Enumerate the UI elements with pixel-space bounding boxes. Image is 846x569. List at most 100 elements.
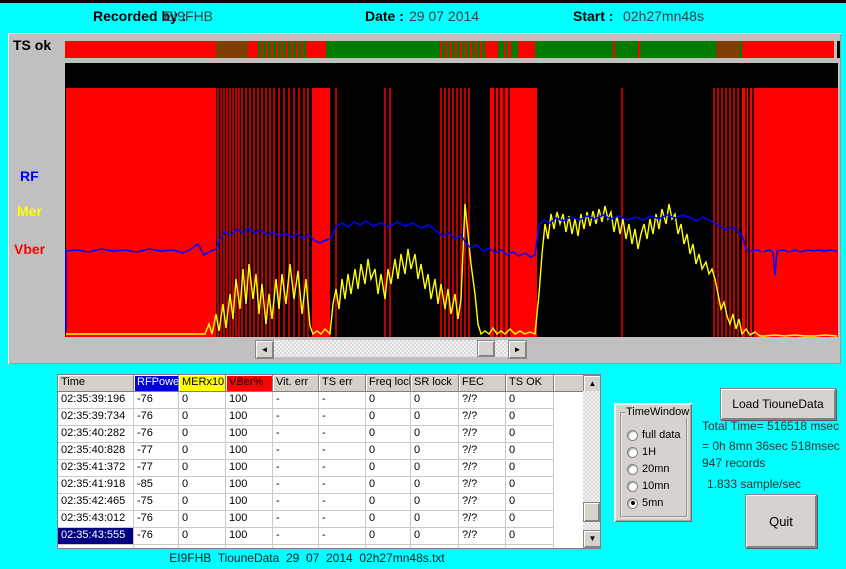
total-time-text: Total Time= 516518 msec — [702, 419, 839, 433]
start-label: Start : — [573, 8, 613, 24]
table-cell: 02:35:42:465 — [58, 494, 134, 511]
column-header-vber-[interactable]: VBer% — [226, 375, 273, 392]
scroll-right-button[interactable]: ► — [508, 340, 527, 359]
table-row[interactable]: 02:35:40:282-760100--00?/?0 — [58, 426, 600, 443]
table-cell: - — [273, 528, 319, 545]
table-cell: - — [319, 511, 366, 528]
ts-strip-segment — [326, 41, 437, 58]
table-cell: 02:35:41:372 — [58, 460, 134, 477]
table-cell: 0 — [179, 409, 226, 426]
table-cell: 0 — [411, 460, 459, 477]
load-tiounedata-button[interactable]: Load TiouneData — [720, 388, 836, 420]
table-row[interactable]: 02:35:40:828-770100--00?/?0 — [58, 443, 600, 460]
column-header-vit-err[interactable]: Vit. err — [273, 375, 319, 392]
table-cell: ?/? — [459, 443, 506, 460]
table-cell: 0 — [506, 426, 554, 443]
ts-strip-segment — [615, 41, 638, 58]
table-cell: - — [273, 426, 319, 443]
table-cell: 0 — [411, 409, 459, 426]
table-row[interactable]: 02:35:39:196-760100--00?/?0 — [58, 392, 600, 409]
table-row[interactable] — [58, 545, 600, 549]
table-cell — [273, 545, 319, 549]
ts-strip-segment — [511, 41, 518, 58]
table-cell — [459, 545, 506, 549]
table-cell: - — [319, 494, 366, 511]
vscroll-track[interactable] — [583, 391, 600, 532]
table-cell: -77 — [134, 443, 179, 460]
table-row[interactable]: 02:35:43:555-760100--00?/?0 — [58, 528, 600, 545]
table-vertical-scrollbar[interactable]: ▲ ▼ — [583, 375, 600, 548]
table-row[interactable]: 02:35:41:918-850100--00?/?0 — [58, 477, 600, 494]
table-cell: 0 — [179, 460, 226, 477]
radio-option-1H[interactable]: 1H — [627, 445, 656, 459]
table-cell: 0 — [506, 494, 554, 511]
radio-circle[interactable] — [627, 481, 638, 492]
table-cell: - — [273, 477, 319, 494]
signal-chart — [65, 63, 838, 337]
radio-option-10mn[interactable]: 10mn — [627, 479, 670, 493]
table-cell: -76 — [134, 426, 179, 443]
records-count-text: 947 records — [702, 456, 765, 470]
table-cell: - — [273, 409, 319, 426]
table-cell: - — [319, 392, 366, 409]
table-cell: - — [273, 392, 319, 409]
radio-option-5mn[interactable]: 5mn — [627, 496, 663, 510]
hscroll-track[interactable] — [274, 340, 508, 357]
table-cell: 02:35:43:012 — [58, 511, 134, 528]
table-row[interactable]: 02:35:41:372-770100--00?/?0 — [58, 460, 600, 477]
column-header-ts-err[interactable]: TS err — [319, 375, 366, 392]
table-cell: 0 — [366, 460, 411, 477]
column-header-ts-ok[interactable]: TS OK — [506, 375, 554, 392]
table-cell: 0 — [411, 392, 459, 409]
scroll-left-button[interactable]: ◄ — [255, 340, 274, 359]
quit-button[interactable]: Quit — [745, 494, 817, 548]
column-header-sr-lock[interactable]: SR lock — [411, 375, 459, 392]
table-cell: 02:35:39:196 — [58, 392, 134, 409]
ts-strip-segment — [247, 41, 258, 58]
table-cell — [506, 545, 554, 549]
table-cell: 02:35:40:828 — [58, 443, 134, 460]
date-label: Date : — [365, 8, 404, 24]
radio-circle[interactable] — [627, 464, 638, 475]
column-header-fec[interactable]: FEC — [459, 375, 506, 392]
table-row[interactable]: 02:35:42:465-750100--00?/?0 — [58, 494, 600, 511]
radio-selected-dot — [631, 501, 635, 505]
chart-horizontal-scrollbar[interactable]: ◄ ► — [255, 340, 527, 357]
table-cell: 0 — [506, 528, 554, 545]
table-cell: 0 — [179, 426, 226, 443]
table-cell: 0 — [411, 426, 459, 443]
radio-option-full-data[interactable]: full data — [627, 428, 681, 442]
column-header-merx10[interactable]: MERx10 — [179, 375, 226, 392]
table-cell: 100 — [226, 528, 273, 545]
table-row[interactable]: 02:35:43:012-760100--00?/?0 — [58, 511, 600, 528]
scroll-down-button[interactable]: ▼ — [583, 530, 601, 548]
table-cell: 0 — [366, 443, 411, 460]
column-header-rfpower[interactable]: RFPower — [134, 375, 179, 392]
table-cell: 100 — [226, 511, 273, 528]
table-cell: 0 — [411, 528, 459, 545]
table-cell — [179, 545, 226, 549]
table-cell: 0 — [506, 443, 554, 460]
radio-circle[interactable] — [627, 430, 638, 441]
table-cell: 0 — [506, 392, 554, 409]
table-cell: 0 — [411, 511, 459, 528]
table-cell: ?/? — [459, 392, 506, 409]
table-cell: 0 — [366, 528, 411, 545]
vscroll-thumb[interactable] — [583, 502, 600, 522]
column-header-freq-lock[interactable]: Freq lock — [366, 375, 411, 392]
ts-strip-segment — [65, 41, 215, 58]
table-cell: ?/? — [459, 528, 506, 545]
table-cell: 0 — [506, 511, 554, 528]
column-header-time[interactable]: Time — [58, 375, 134, 392]
hscroll-thumb[interactable] — [477, 340, 495, 357]
table-cell: -76 — [134, 528, 179, 545]
radio-option-20mn[interactable]: 20mn — [627, 462, 670, 476]
table-row[interactable]: 02:35:39:734-760100--00?/?0 — [58, 409, 600, 426]
table-cell: 0 — [179, 392, 226, 409]
table-cell: 100 — [226, 494, 273, 511]
table-cell: ?/? — [459, 511, 506, 528]
top-border — [0, 0, 846, 3]
table-cell: -76 — [134, 511, 179, 528]
radio-circle[interactable] — [627, 447, 638, 458]
radio-circle[interactable] — [627, 498, 638, 509]
